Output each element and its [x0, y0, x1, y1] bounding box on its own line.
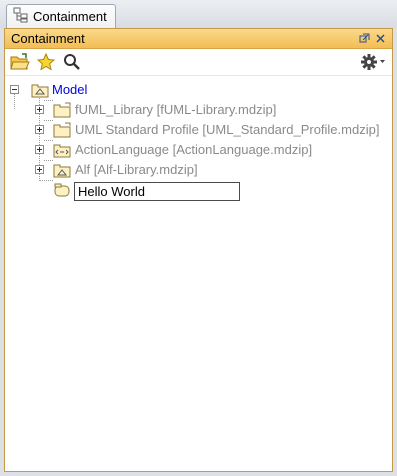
containment-tree: Model fUML_Library [fUML-Library.mdzip] [5, 76, 392, 201]
containment-panel: Containment Model fUML_Library [fUML-Lib… [4, 28, 393, 472]
element-icon [53, 182, 71, 198]
tree-node-label: Model [52, 82, 88, 97]
tree-node-model[interactable]: Model [5, 80, 392, 100]
open-folder-icon[interactable] [9, 51, 31, 73]
tree-node-alf[interactable]: Alf [Alf-Library.mdzip] [5, 160, 392, 180]
package-icon [53, 102, 71, 118]
tree-node-label: UML Standard Profile [UML_Standard_Profi… [75, 122, 380, 137]
panel-header: Containment [5, 29, 392, 49]
restore-icon[interactable] [358, 31, 370, 45]
expand-toggle[interactable] [35, 145, 44, 154]
tree-node-label: fUML_Library [fUML-Library.mdzip] [75, 102, 277, 117]
panel-title: Containment [11, 31, 85, 46]
search-icon[interactable] [61, 51, 83, 73]
tab-label: Containment [33, 9, 107, 24]
model-package-icon [31, 82, 49, 98]
gear-icon[interactable] [358, 51, 380, 73]
close-icon[interactable] [374, 31, 386, 45]
tree-node-fuml-library[interactable]: fUML_Library [fUML-Library.mdzip] [5, 100, 392, 120]
star-icon[interactable] [35, 51, 57, 73]
collapse-toggle[interactable] [10, 85, 19, 94]
package-icon [53, 122, 71, 138]
expand-toggle[interactable] [35, 165, 44, 174]
tree-node-label: ActionLanguage [ActionLanguage.mdzip] [75, 142, 313, 157]
dropdown-arrow-icon[interactable] [380, 60, 386, 64]
tree-node-label: Alf [Alf-Library.mdzip] [75, 162, 198, 177]
tree-node-actionlanguage[interactable]: ActionLanguage [ActionLanguage.mdzip] [5, 140, 392, 160]
tree-node-uml-standard-profile[interactable]: UML Standard Profile [UML_Standard_Profi… [5, 120, 392, 140]
toolbar [5, 49, 392, 76]
expand-toggle[interactable] [35, 125, 44, 134]
tab-strip: Containment [0, 0, 397, 28]
panel-header-buttons [358, 31, 386, 45]
expand-toggle[interactable] [35, 105, 44, 114]
profile-package-icon [53, 142, 71, 158]
tab-containment[interactable]: Containment [6, 4, 116, 28]
model-package-icon [53, 162, 71, 178]
rename-input[interactable] [74, 182, 240, 201]
containment-tree-icon [13, 7, 29, 26]
toolbar-right [358, 51, 386, 73]
tree-node-editing[interactable] [5, 180, 392, 201]
